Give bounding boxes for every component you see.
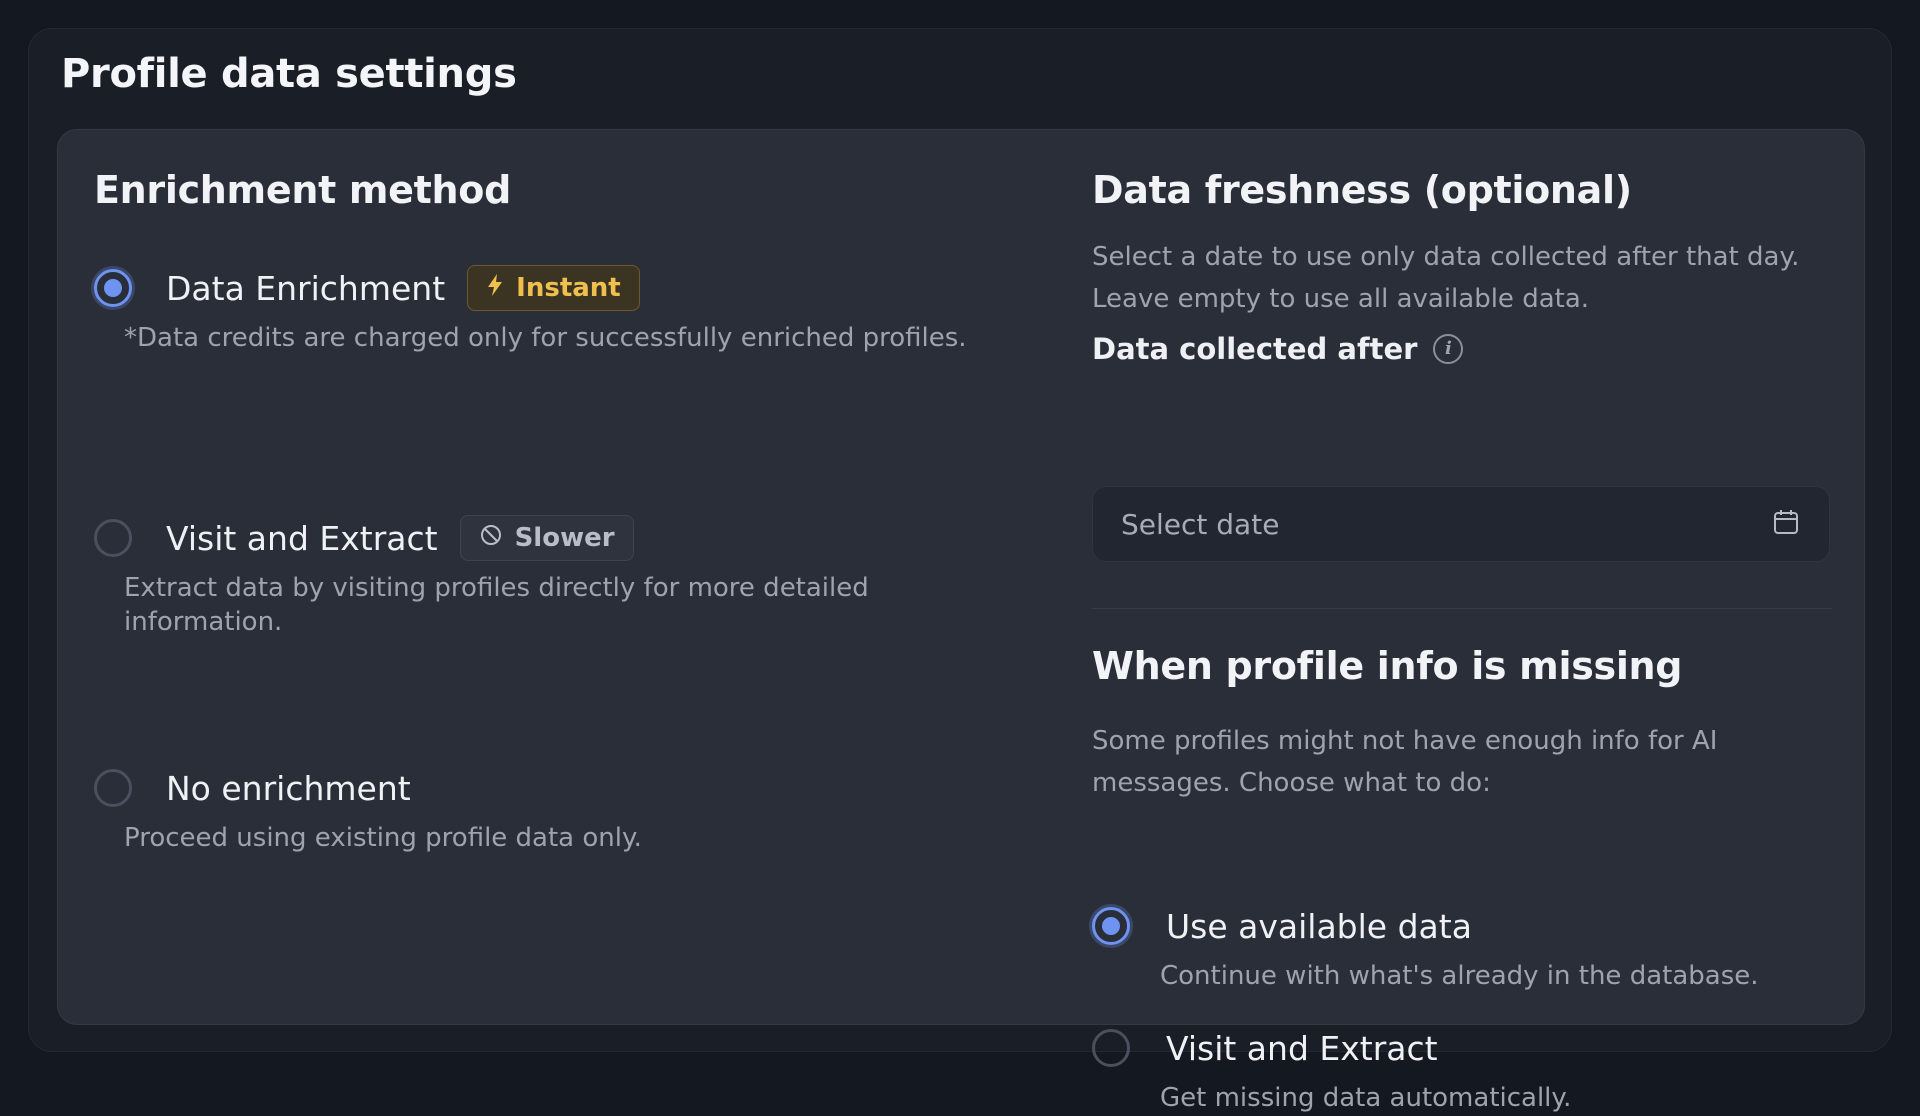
page-title: Profile data settings: [61, 51, 517, 97]
help-line: messages. Choose what to do:: [1092, 767, 1491, 798]
badge-label: Slower: [514, 523, 615, 553]
date-field-label: Data collected after i: [1092, 332, 1832, 366]
option-label: Visit and Extract: [1166, 1028, 1438, 1068]
radio-visit-extract[interactable]: [94, 519, 132, 557]
missing-heading: When profile info is missing: [1092, 644, 1683, 688]
badge-label: Instant: [516, 273, 621, 303]
help-line: Select a date to use only data collected…: [1092, 241, 1800, 272]
enrichment-option-data-enrichment[interactable]: Data Enrichment Instant *Data credits ar…: [94, 264, 1034, 356]
radio-use-available[interactable]: [1092, 907, 1130, 945]
missing-info-section: When profile info is missing Some profil…: [1092, 644, 1832, 804]
settings-panel: Enrichment method Data Enrichment Instan…: [57, 129, 1865, 1113]
missing-help: Some profiles might not have enough info…: [1092, 720, 1832, 804]
missing-option-visit-extract[interactable]: Visit and Extract Get missing data autom…: [1092, 1024, 1832, 1116]
option-description: Proceed using existing profile data only…: [124, 823, 642, 853]
enrichment-section: Enrichment method Data Enrichment Instan…: [94, 168, 1034, 853]
radio-data-enrichment[interactable]: [94, 269, 132, 307]
calendar-icon[interactable]: [1771, 507, 1801, 541]
field-label-text: Data collected after: [1092, 331, 1418, 366]
date-picker-input[interactable]: Select date: [1092, 486, 1830, 562]
option-label: Use available data: [1166, 906, 1472, 946]
option-description: Continue with what's already in the data…: [1160, 961, 1759, 991]
section-divider: [1092, 608, 1832, 609]
option-label: No enrichment: [166, 768, 411, 808]
info-icon[interactable]: i: [1433, 333, 1464, 364]
date-placeholder: Select date: [1121, 507, 1280, 541]
freshness-help: Select a date to use only data collected…: [1092, 236, 1832, 320]
enrichment-option-none[interactable]: No enrichment Proceed using existing pro…: [94, 764, 1034, 856]
option-description: Get missing data automatically.: [1160, 1083, 1572, 1113]
option-label: Visit and Extract: [166, 518, 438, 558]
slow-circle-icon: [479, 523, 503, 554]
option-description: Extract data by visiting profiles direct…: [124, 573, 869, 637]
enrichment-heading: Enrichment method: [94, 168, 511, 212]
option-description: *Data credits are charged only for succe…: [124, 323, 967, 353]
settings-card: Profile data settings Enrichment method …: [28, 28, 1892, 1113]
help-line: Some profiles might not have enough info…: [1092, 725, 1718, 756]
freshness-heading: Data freshness (optional): [1092, 168, 1632, 212]
radio-visit-extract-missing[interactable]: [1092, 1029, 1130, 1067]
freshness-section: Data freshness (optional) Select a date …: [1092, 168, 1832, 1113]
lightning-icon: [486, 273, 504, 304]
radio-no-enrichment[interactable]: [94, 769, 132, 807]
enrichment-option-visit-extract[interactable]: Visit and Extract Slower Extract data by…: [94, 514, 1034, 640]
slower-badge: Slower: [459, 515, 634, 561]
help-line: Leave empty to use all available data.: [1092, 283, 1590, 314]
missing-option-use-available[interactable]: Use available data Continue with what's …: [1092, 902, 1832, 994]
option-label: Data Enrichment: [166, 268, 446, 308]
instant-badge: Instant: [467, 265, 640, 311]
